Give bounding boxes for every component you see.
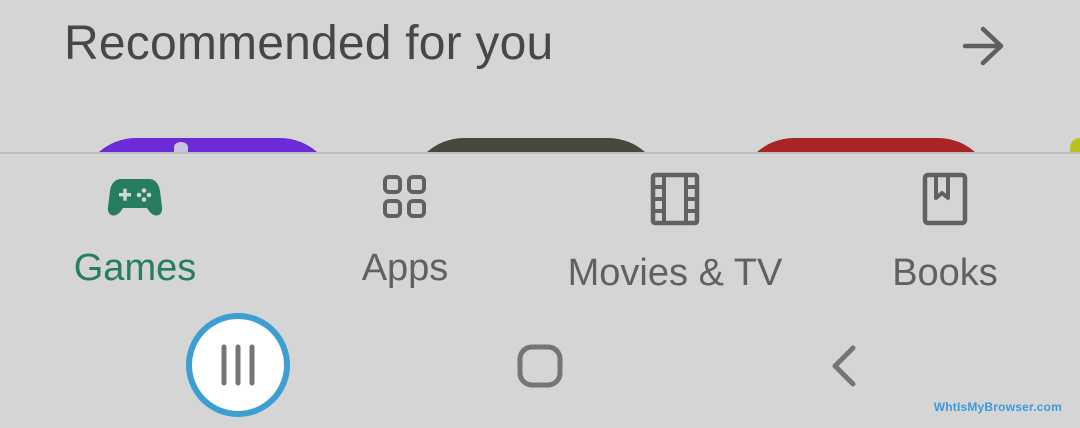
back-icon: [832, 345, 856, 387]
bottom-navigation: Games Apps Movies & TV Books: [0, 154, 1080, 302]
watermark: WhtIsMyBrowser.com: [933, 400, 1062, 414]
nav-label: Games: [73, 247, 197, 289]
film-icon: [650, 172, 700, 226]
gamepad-icon: [107, 178, 163, 216]
nav-label: Apps: [361, 247, 449, 289]
card-art-detail: [174, 142, 188, 152]
see-more-button[interactable]: [956, 22, 1012, 70]
nav-tab-apps[interactable]: Apps: [320, 172, 490, 290]
recommended-section-header: Recommended for you: [0, 0, 1080, 100]
nav-label: Movies & TV: [567, 252, 783, 294]
arrow-right-icon: [962, 26, 1004, 66]
home-icon: [517, 344, 563, 388]
section-title: Recommended for you: [64, 17, 554, 70]
nav-tab-books[interactable]: Books: [860, 172, 1030, 294]
system-navigation-bar: [0, 302, 1080, 428]
nav-tab-games[interactable]: Games: [30, 172, 240, 290]
back-button[interactable]: [814, 336, 874, 396]
nav-label: Books: [892, 252, 998, 294]
recent-apps-icon: [221, 344, 255, 386]
apps-grid-icon: [383, 174, 426, 218]
home-button[interactable]: [510, 336, 570, 396]
nav-tab-movies-tv[interactable]: Movies & TV: [540, 172, 810, 294]
recent-apps-button[interactable]: [186, 313, 290, 417]
book-icon: [922, 172, 968, 226]
